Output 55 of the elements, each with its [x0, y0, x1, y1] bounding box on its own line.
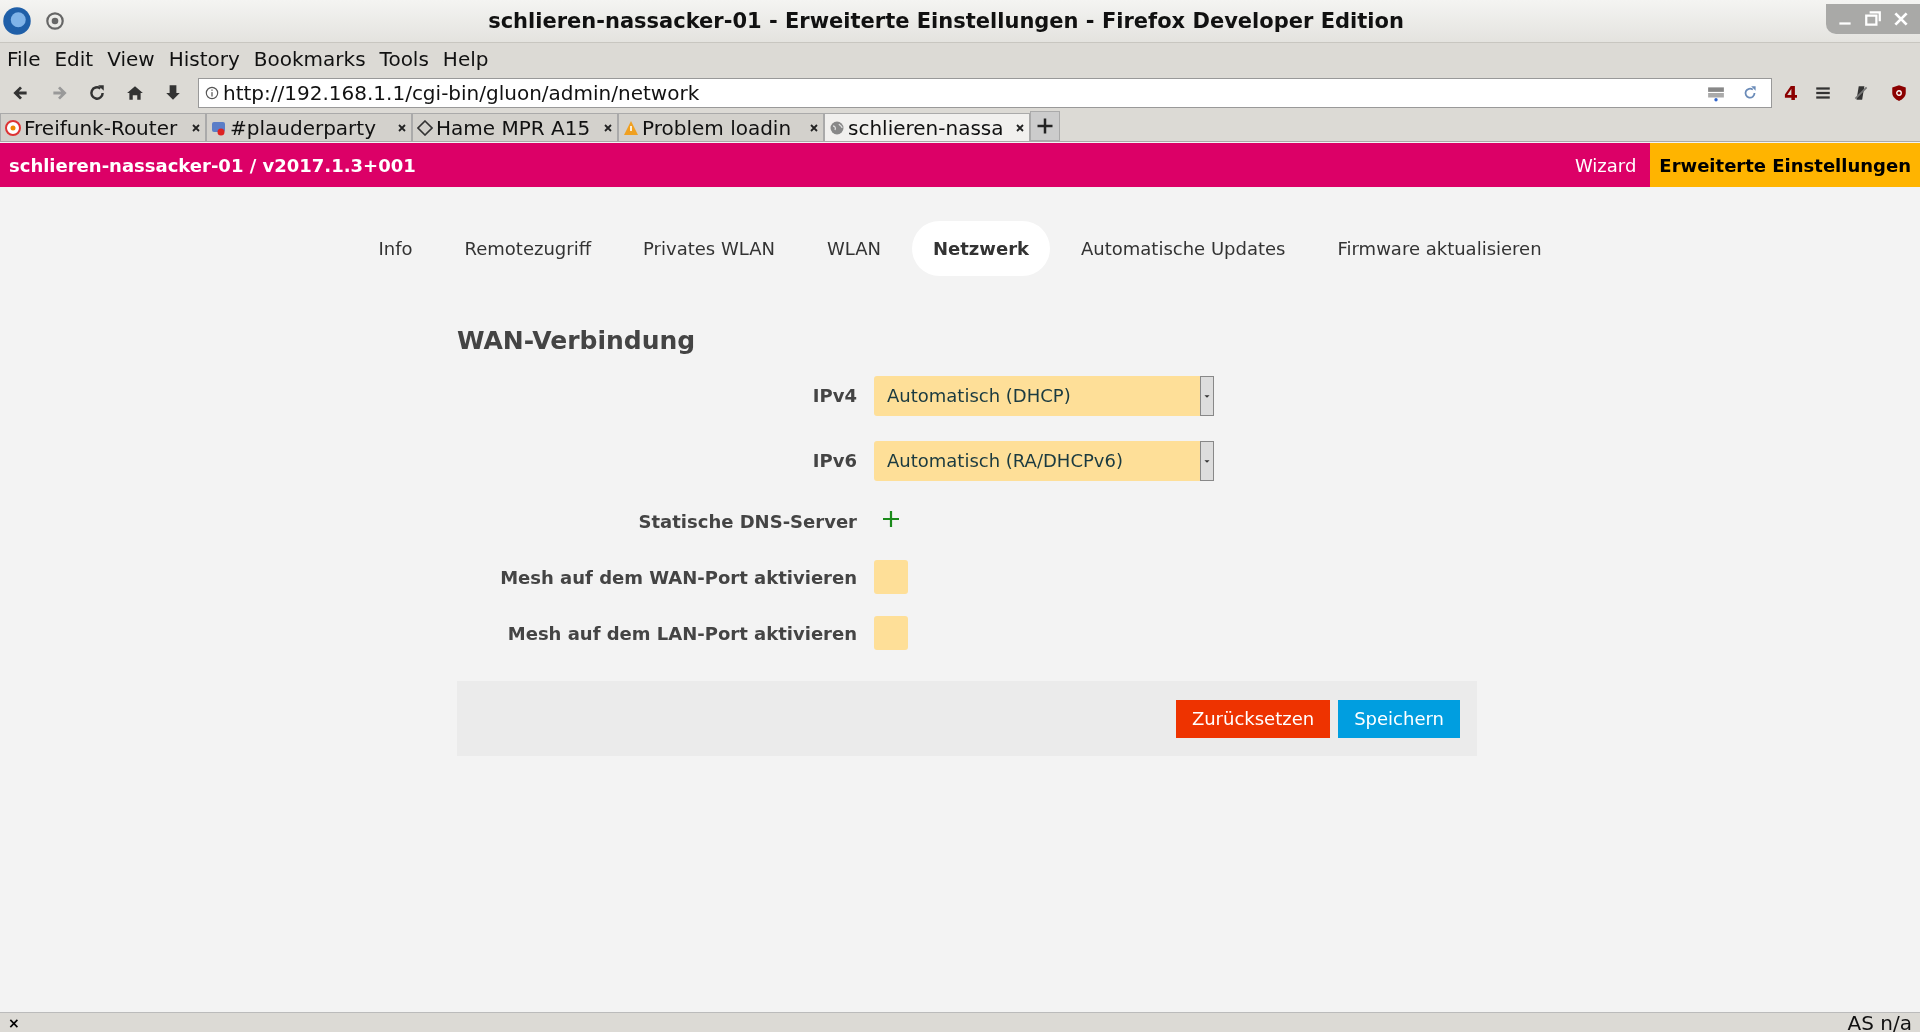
new-tab-icon[interactable] — [1030, 111, 1060, 141]
checkbox[interactable] — [874, 616, 908, 650]
header-link[interactable]: Wizard — [1560, 143, 1651, 187]
warning-icon — [623, 119, 639, 136]
address-bar[interactable]: http://192.168.1.1/cgi-bin/gluon/admin/network — [198, 78, 1773, 108]
field-label: Mesh auf dem LAN-Port aktivieren — [506, 622, 857, 644]
dropdown[interactable]: Automatisch (RA/DHCPv6) — [874, 440, 1214, 481]
caret-icon — [1200, 440, 1214, 481]
caret-icon — [1200, 375, 1214, 416]
chat-favicon-icon — [211, 119, 227, 136]
close-tab-icon[interactable] — [1015, 122, 1025, 133]
field-label: IPv6 — [811, 450, 857, 471]
field-label: Statische DNS-Server — [637, 510, 857, 532]
nav-tab[interactable]: Netzwerk — [911, 221, 1050, 276]
add-icon[interactable] — [881, 509, 901, 529]
browser-tab[interactable]: schlieren-nassa — [824, 113, 1030, 141]
nav-tab[interactable]: Privates WLAN — [622, 221, 796, 276]
menu-item[interactable]: File — [0, 47, 48, 71]
browser-tab[interactable]: #plauderparty — [206, 113, 412, 141]
nav-tab[interactable]: Automatische Updates — [1060, 221, 1307, 276]
nav-tab[interactable]: Info — [357, 221, 434, 276]
menu-item[interactable]: Edit — [47, 47, 101, 71]
info-icon — [205, 86, 219, 100]
menu-item[interactable]: History — [161, 47, 247, 71]
field-label: IPv4 — [811, 385, 857, 406]
browser-tab[interactable]: Freifunk-Router — [0, 113, 206, 141]
close-tab-icon[interactable] — [603, 122, 613, 133]
browser-tab[interactable]: Problem loadin — [618, 113, 824, 141]
checkbox[interactable] — [874, 560, 908, 594]
menu-item[interactable]: Bookmarks — [246, 47, 373, 71]
dropdown[interactable]: Automatisch (DHCP) — [874, 375, 1214, 416]
diamond-favicon-icon — [417, 119, 433, 136]
browser-tab[interactable]: Hame MPR A15 — [412, 113, 618, 141]
status-text: AS n/a — [1847, 1010, 1912, 1032]
close-status-button[interactable]: × — [8, 1014, 20, 1031]
close-tab-icon[interactable] — [191, 122, 201, 133]
header-link[interactable]: Erweiterte Einstellungen — [1650, 143, 1920, 187]
nav-tab[interactable]: Firmware aktualisieren — [1316, 221, 1563, 276]
browser-logo-icon — [2, 6, 32, 36]
globe-icon — [829, 119, 845, 136]
router-favicon-icon — [5, 119, 21, 136]
menu-item[interactable]: Tools — [372, 47, 436, 71]
nav-tab[interactable]: WLAN — [805, 221, 902, 276]
reset-button[interactable]: Zurücksetzen — [1175, 699, 1331, 738]
section-title: WAN-Verbindung — [457, 326, 697, 355]
close-tab-icon[interactable] — [809, 122, 819, 133]
nav-tab[interactable]: Remotezugriff — [443, 221, 613, 276]
record-icon[interactable] — [44, 10, 66, 32]
menu-item[interactable]: View — [100, 47, 162, 71]
window-title: schlieren-nassacker-01 - Erweiterte Einstellungen - Firefox Developer Edition — [487, 9, 1405, 33]
close-tab-icon[interactable] — [397, 122, 407, 133]
counter-badge[interactable]: 4 — [1780, 81, 1802, 105]
field-label: Mesh auf dem WAN-Port aktivieren — [499, 566, 857, 588]
menu-item[interactable]: Help — [435, 47, 496, 71]
site-title[interactable]: schlieren-nassacker-01 / v2017.1.3+001 — [0, 154, 416, 176]
